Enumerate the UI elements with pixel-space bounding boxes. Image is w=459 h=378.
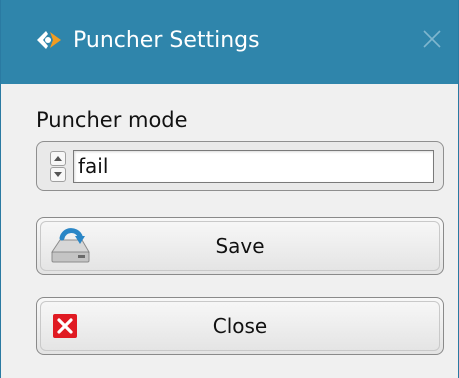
title-bar[interactable]: Puncher Settings [1,0,458,84]
chevron-up-icon [54,156,62,161]
puncher-mode-input[interactable]: fail [73,150,434,183]
app-icon [34,27,64,53]
spinner-up-button[interactable] [50,151,66,166]
chevron-down-icon [54,172,62,177]
save-button[interactable]: Save [36,217,444,275]
spinner-down-button[interactable] [50,167,66,182]
settings-window: Puncher Settings Puncher mode fail Save … [0,0,459,378]
close-button-label: Close [212,314,268,338]
close-button[interactable]: Close [36,297,444,355]
close-icon[interactable] [420,27,444,51]
puncher-mode-group: fail [36,141,444,191]
puncher-mode-label: Puncher mode [36,108,188,132]
mode-spinner [50,151,66,183]
window-title: Puncher Settings [73,28,260,53]
save-button-label: Save [215,234,265,258]
